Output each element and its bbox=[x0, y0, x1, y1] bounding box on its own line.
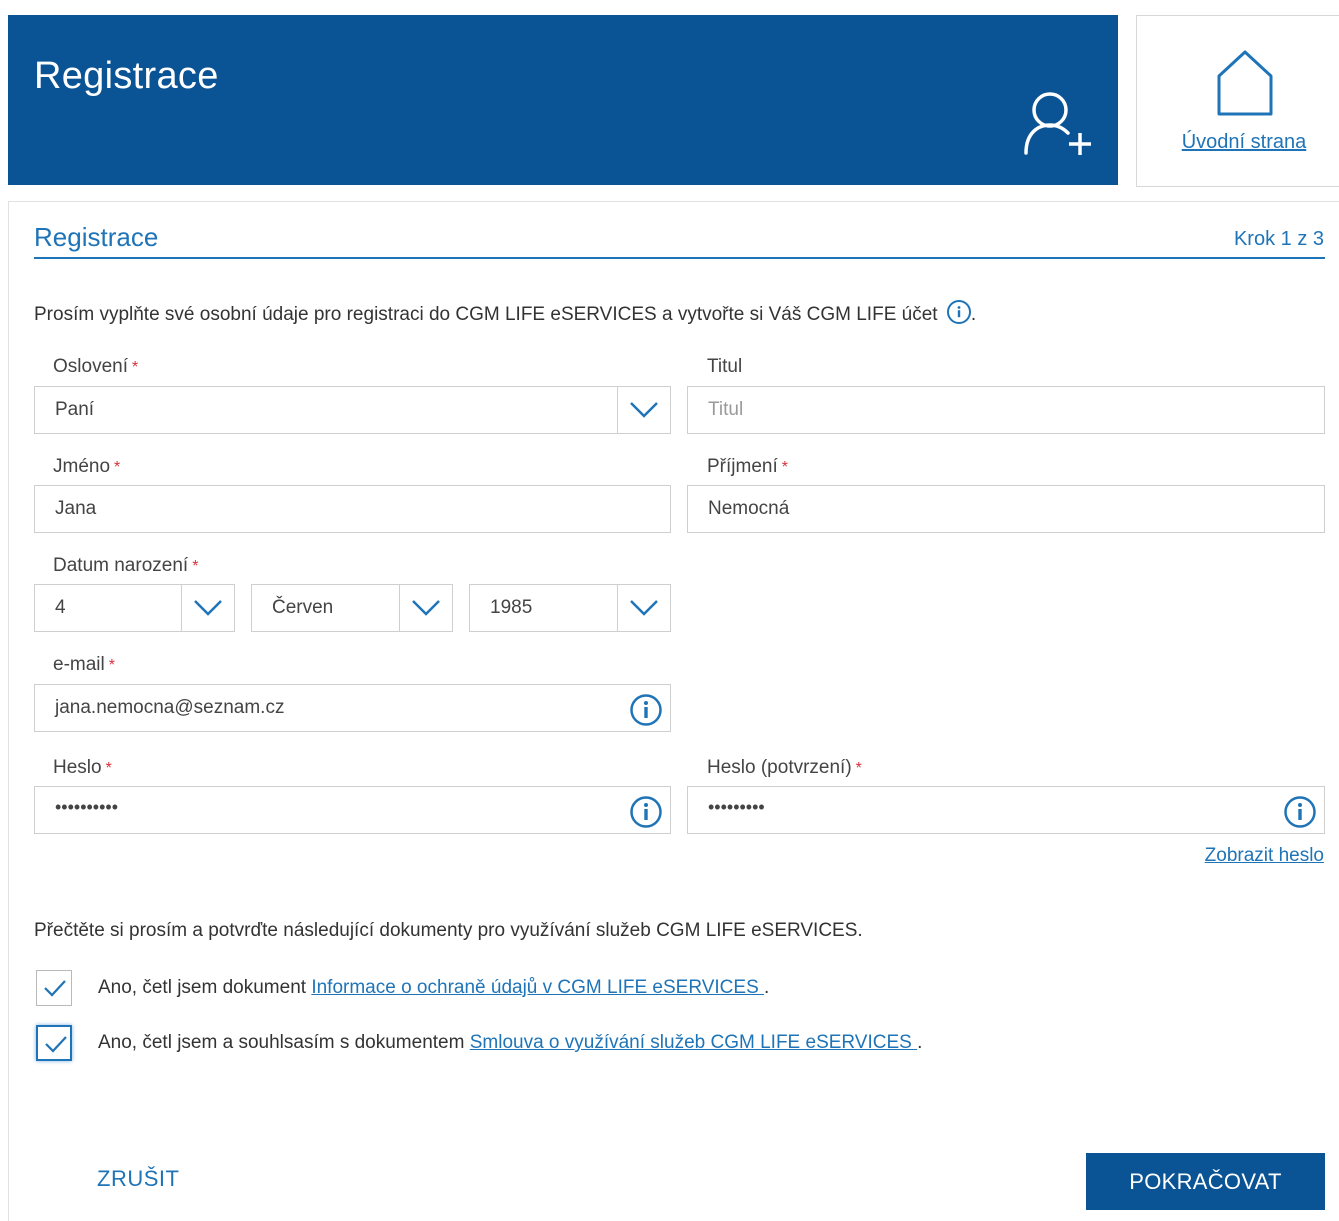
privacy-suffix: . bbox=[764, 977, 770, 998]
title-field[interactable]: Titul bbox=[687, 386, 1325, 434]
salutation-label-text: Oslovení bbox=[53, 356, 128, 377]
contract-checkbox[interactable] bbox=[36, 1025, 72, 1061]
chevron-down-icon bbox=[630, 402, 658, 418]
privacy-prefix: Ano, četl jsem dokument bbox=[98, 977, 312, 998]
header-bar: Registrace bbox=[8, 15, 1118, 185]
section-divider bbox=[34, 257, 1325, 259]
required-mark: * bbox=[781, 459, 788, 476]
section-title: Registrace bbox=[34, 222, 159, 252]
intro-label: Prosím vyplňte své osobní údaje pro regi… bbox=[34, 304, 938, 325]
home-tile[interactable]: Úvodní strana bbox=[1136, 15, 1339, 187]
contract-suffix: . bbox=[917, 1032, 923, 1053]
contract-prefix: Ano, četl jsem a souhlsasím s dokumentem bbox=[98, 1032, 470, 1053]
show-password-link[interactable]: Zobrazit heslo bbox=[1205, 845, 1324, 867]
required-mark: * bbox=[855, 760, 862, 777]
check-icon bbox=[45, 1036, 67, 1053]
birth-year-value: 1985 bbox=[490, 597, 533, 618]
required-mark: * bbox=[114, 459, 121, 476]
first-name-label-text: Jméno bbox=[53, 456, 111, 477]
privacy-checkbox[interactable] bbox=[36, 970, 72, 1006]
birth-day-select[interactable]: 4 bbox=[34, 584, 235, 632]
contract-consent-label: Ano, četl jsem a souhlsasím s dokumentem… bbox=[98, 1032, 922, 1054]
privacy-consent-label: Ano, četl jsem dokument Informace o ochr… bbox=[98, 977, 769, 999]
password-label-text: Heslo bbox=[53, 757, 102, 778]
info-icon[interactable] bbox=[630, 694, 662, 726]
first-name-value: Jana bbox=[55, 498, 97, 519]
email-value: jana.nemocna@seznam.cz bbox=[55, 697, 285, 718]
password-confirm-label-text: Heslo (potvrzení) bbox=[707, 757, 852, 778]
last-name-label: Příjmení * bbox=[707, 456, 788, 478]
birth-year-dropdown-button[interactable] bbox=[617, 585, 670, 631]
salutation-select[interactable]: Paní bbox=[34, 386, 671, 434]
info-icon[interactable] bbox=[1284, 796, 1316, 828]
required-mark: * bbox=[108, 657, 115, 674]
home-link[interactable]: Úvodní strana bbox=[1137, 131, 1339, 154]
password-label: Heslo * bbox=[53, 757, 112, 779]
birth-year-select[interactable]: 1985 bbox=[469, 584, 671, 632]
birth-date-label-text: Datum narození bbox=[53, 555, 189, 576]
info-icon[interactable] bbox=[630, 796, 662, 828]
required-mark: * bbox=[192, 558, 199, 575]
password-confirm-value: ••••••••• bbox=[708, 797, 765, 817]
info-icon[interactable] bbox=[946, 300, 971, 324]
password-confirm-field[interactable]: ••••••••• bbox=[687, 786, 1325, 834]
title-label-text: Titul bbox=[707, 356, 743, 377]
salutation-label: Oslovení * bbox=[53, 356, 138, 378]
required-mark: * bbox=[105, 760, 112, 777]
required-mark: * bbox=[131, 359, 139, 376]
intro-tail: . bbox=[970, 304, 977, 325]
chevron-down-icon bbox=[630, 600, 658, 616]
home-icon bbox=[1217, 50, 1273, 116]
user-add-icon bbox=[1024, 92, 1091, 155]
chevron-down-icon bbox=[412, 600, 440, 616]
email-label: e-mail * bbox=[53, 654, 115, 676]
contract-document-link[interactable]: Smlouva o využívání služeb CGM LIFE eSER… bbox=[470, 1032, 917, 1053]
continue-button[interactable]: POKRAČOVAT bbox=[1086, 1153, 1325, 1210]
privacy-document-link[interactable]: Informace o ochraně údajů v CGM LIFE eSE… bbox=[311, 977, 764, 998]
first-name-label: Jméno * bbox=[53, 456, 120, 478]
birth-day-dropdown-button[interactable] bbox=[181, 585, 234, 631]
chevron-down-icon bbox=[194, 600, 222, 616]
check-icon bbox=[44, 980, 66, 997]
step-indicator: Krok 1 z 3 bbox=[1233, 228, 1324, 250]
documents-intro: Přečtěte si prosím a potvrďte následujíc… bbox=[34, 920, 863, 941]
last-name-field[interactable]: Nemocná bbox=[687, 485, 1325, 533]
password-field[interactable]: •••••••••• bbox=[34, 786, 671, 834]
title-placeholder: Titul bbox=[708, 399, 744, 420]
email-field[interactable]: jana.nemocna@seznam.cz bbox=[34, 684, 671, 732]
birth-date-label: Datum narození * bbox=[53, 555, 198, 577]
title-label: Titul bbox=[707, 356, 742, 378]
birth-month-value: Červen bbox=[272, 597, 334, 618]
email-label-text: e-mail bbox=[53, 654, 105, 675]
birth-month-dropdown-button[interactable] bbox=[399, 585, 452, 631]
birth-month-select[interactable]: Červen bbox=[251, 584, 453, 632]
last-name-label-text: Příjmení bbox=[707, 456, 778, 477]
birth-day-value: 4 bbox=[55, 597, 66, 618]
password-confirm-label: Heslo (potvrzení) * bbox=[707, 757, 862, 779]
salutation-value: Paní bbox=[55, 399, 95, 420]
intro-text: Prosím vyplňte své osobní údaje pro regi… bbox=[34, 300, 976, 326]
page-title: Registrace bbox=[34, 55, 219, 97]
first-name-field[interactable]: Jana bbox=[34, 485, 671, 533]
cancel-button[interactable]: ZRUŠIT bbox=[97, 1166, 179, 1192]
salutation-dropdown-button[interactable] bbox=[617, 387, 670, 433]
last-name-value: Nemocná bbox=[708, 498, 790, 519]
password-value: •••••••••• bbox=[55, 797, 119, 817]
